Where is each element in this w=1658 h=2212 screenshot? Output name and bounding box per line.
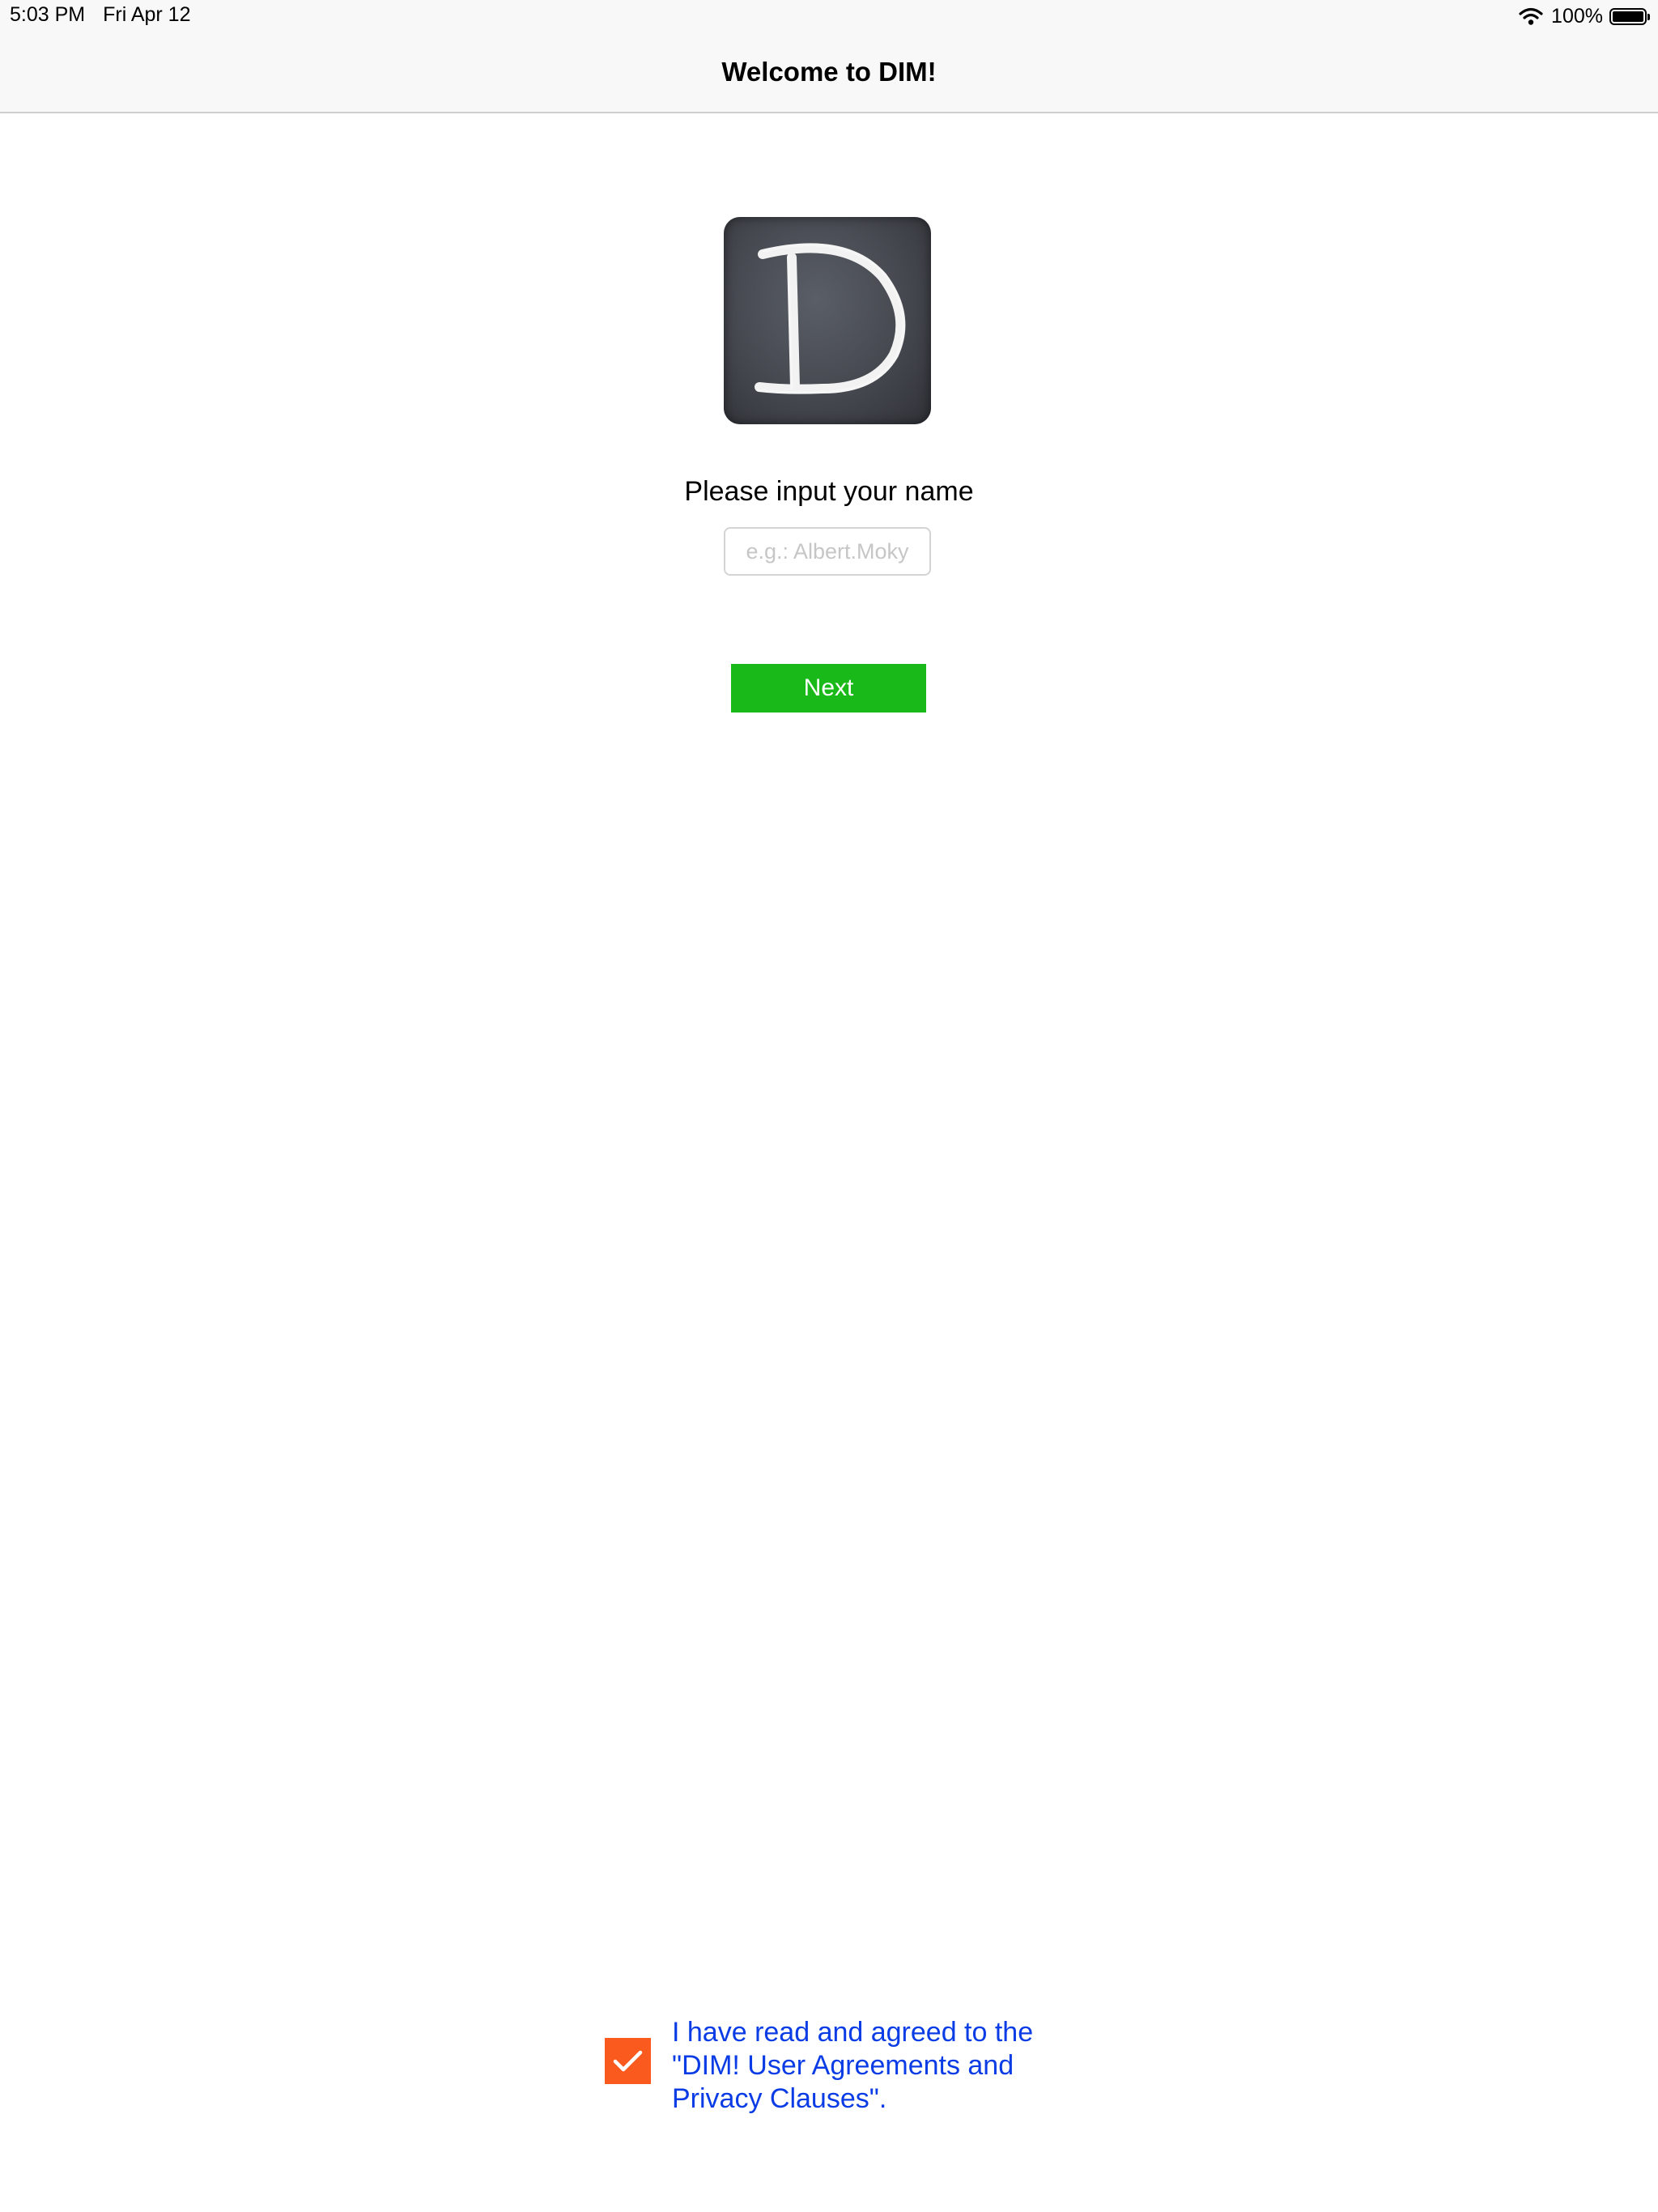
battery-percentage: 100% (1551, 4, 1603, 28)
status-time: 5:03 PM (10, 3, 86, 26)
wifi-icon (1519, 7, 1543, 25)
status-bar-left: 5:03 PM Fri Apr 12 (10, 3, 190, 27)
next-button[interactable]: Next (731, 664, 926, 713)
logo-letter-icon (755, 243, 906, 394)
welcome-screen: 5:03 PM Fri Apr 12 100% Welcome to DIM! (0, 0, 1658, 2212)
name-input[interactable] (724, 527, 931, 576)
status-date: Fri Apr 12 (103, 3, 191, 26)
agreement-checkbox[interactable] (605, 2038, 651, 2084)
name-prompt: Please input your name (684, 476, 974, 507)
nav-title: Welcome to DIM! (721, 57, 937, 87)
chalkboard-d-logo (724, 217, 931, 424)
battery-icon (1609, 7, 1650, 25)
checkmark-icon (613, 2050, 643, 2072)
battery-fill (1613, 11, 1643, 22)
agreement-link[interactable]: I have read and agreed to the "DIM! User… (672, 2016, 1077, 2116)
status-bar-right: 100% (1519, 3, 1650, 29)
top-bar: 5:03 PM Fri Apr 12 100% Welcome to DIM! (0, 0, 1658, 113)
